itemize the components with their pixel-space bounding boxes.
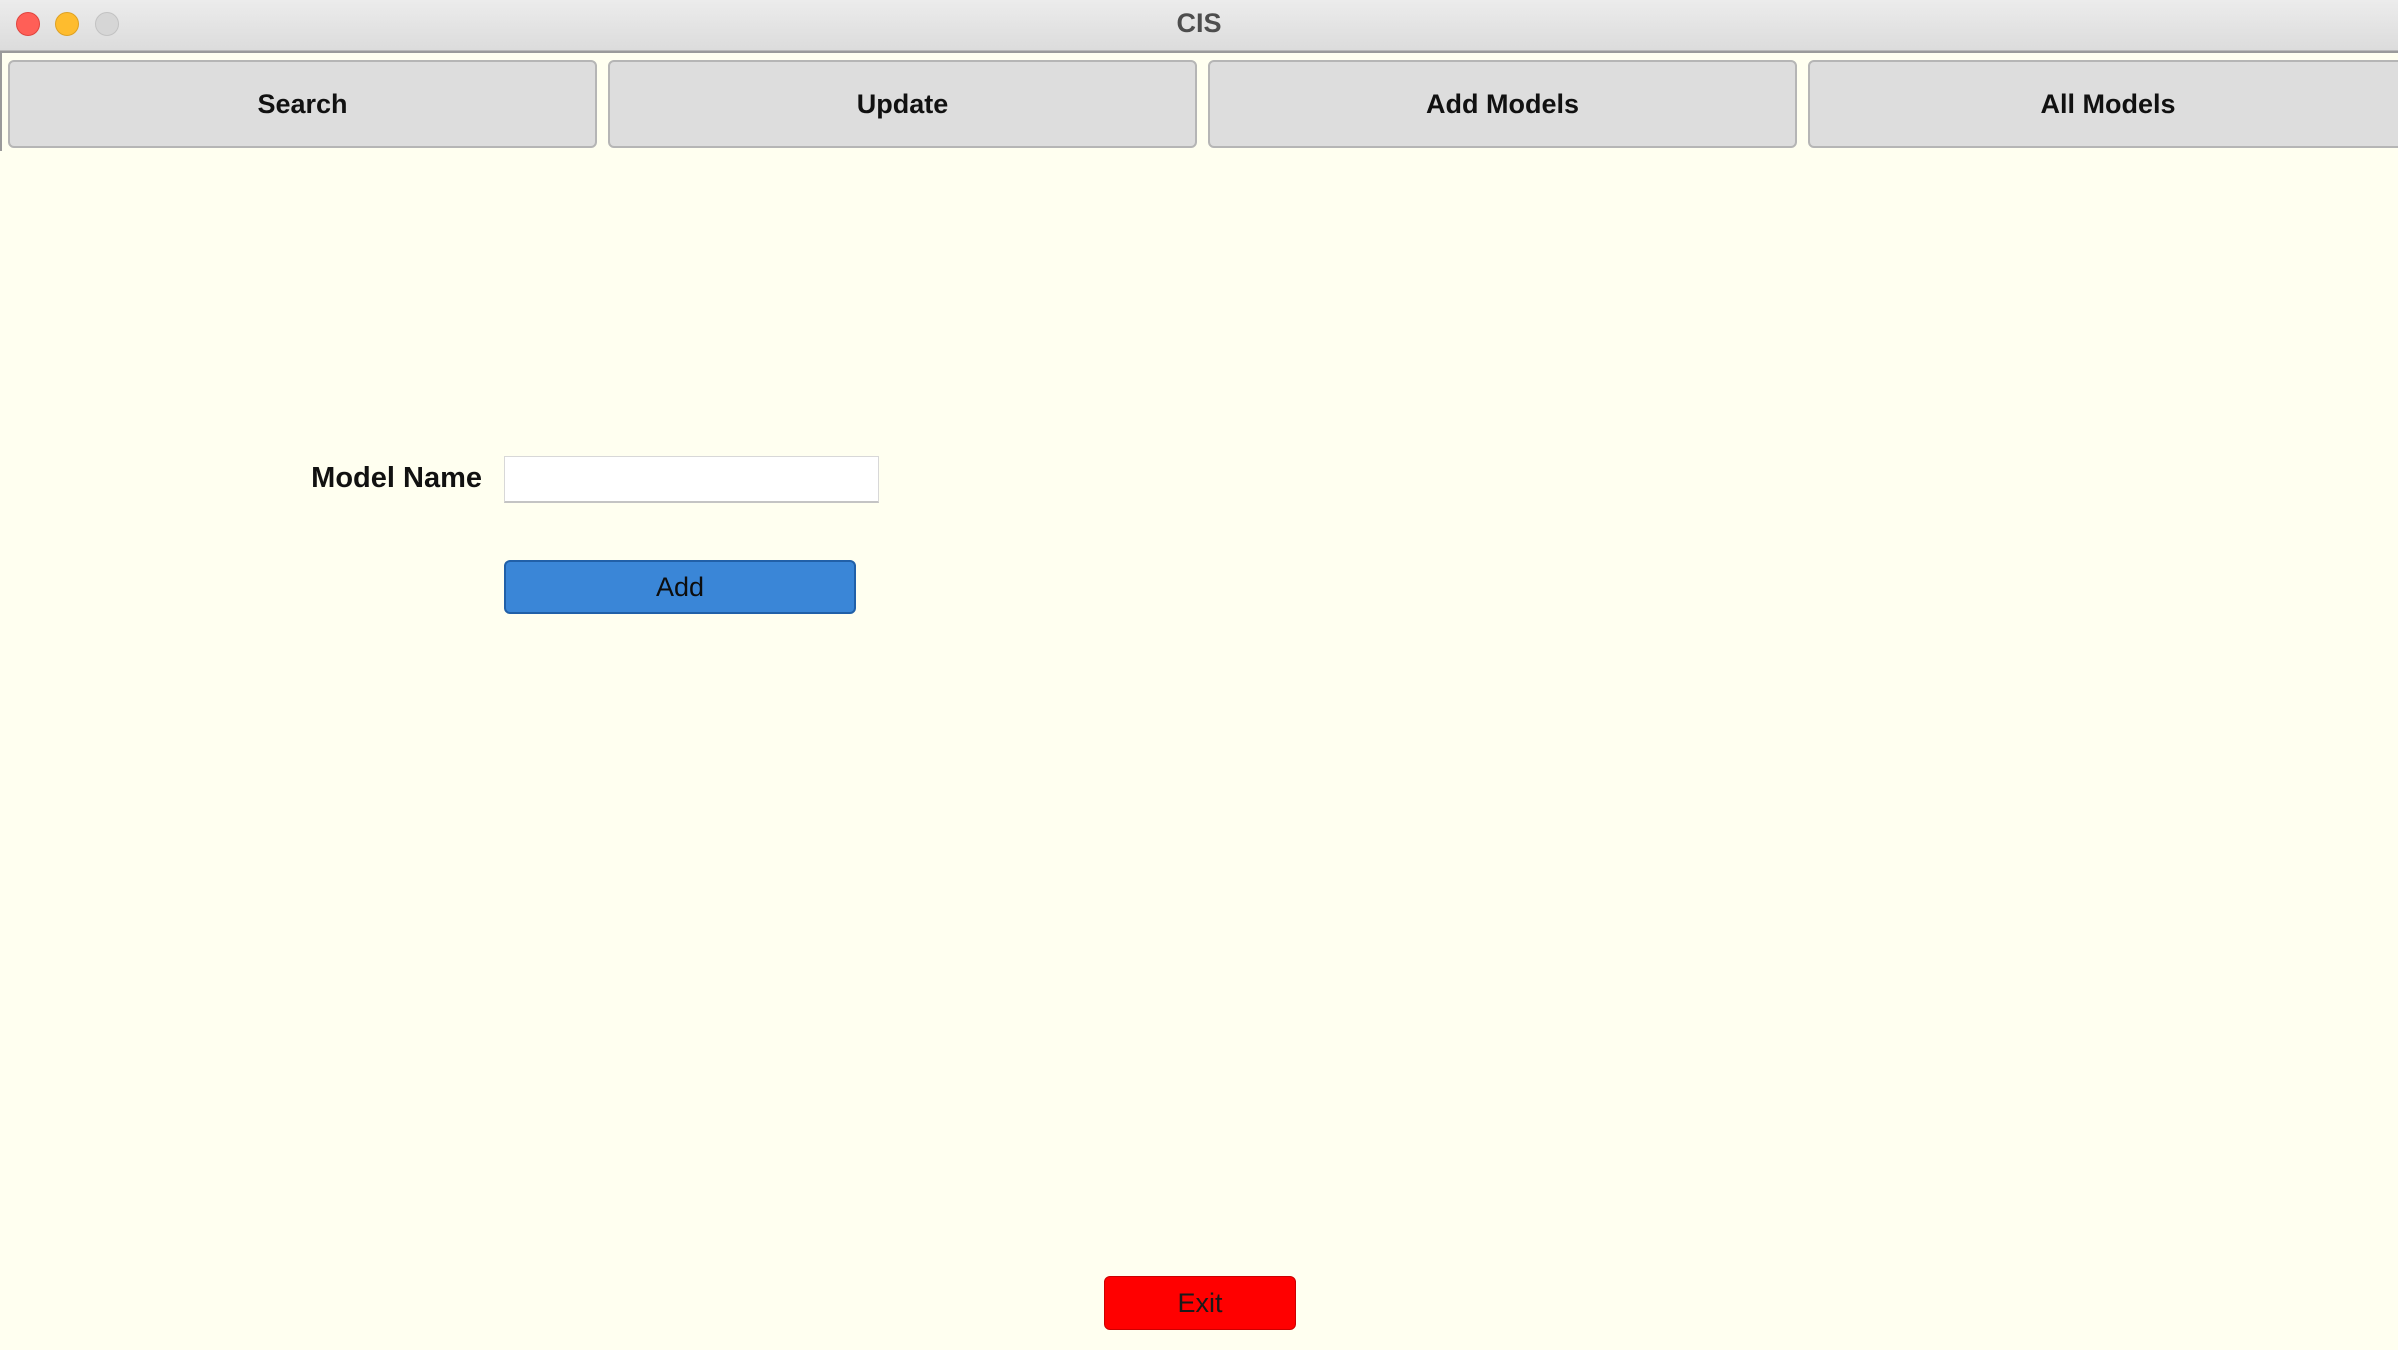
tab-add-models[interactable]: Add Models [1208, 60, 1797, 148]
app-window: CIS Search Update Add Models All Models … [0, 0, 2398, 1350]
title-bar[interactable]: CIS [0, 0, 2398, 51]
tab-update[interactable]: Update [608, 60, 1197, 148]
tab-bar-edge [0, 51, 2, 151]
tab-search[interactable]: Search [8, 60, 597, 148]
add-button[interactable]: Add [504, 560, 856, 614]
model-name-label: Model Name [311, 462, 482, 494]
tab-all-models[interactable]: All Models [1808, 60, 2398, 148]
model-name-input[interactable] [504, 456, 879, 503]
window-title: CIS [1176, 8, 1222, 38]
exit-button[interactable]: Exit [1104, 1276, 1296, 1330]
